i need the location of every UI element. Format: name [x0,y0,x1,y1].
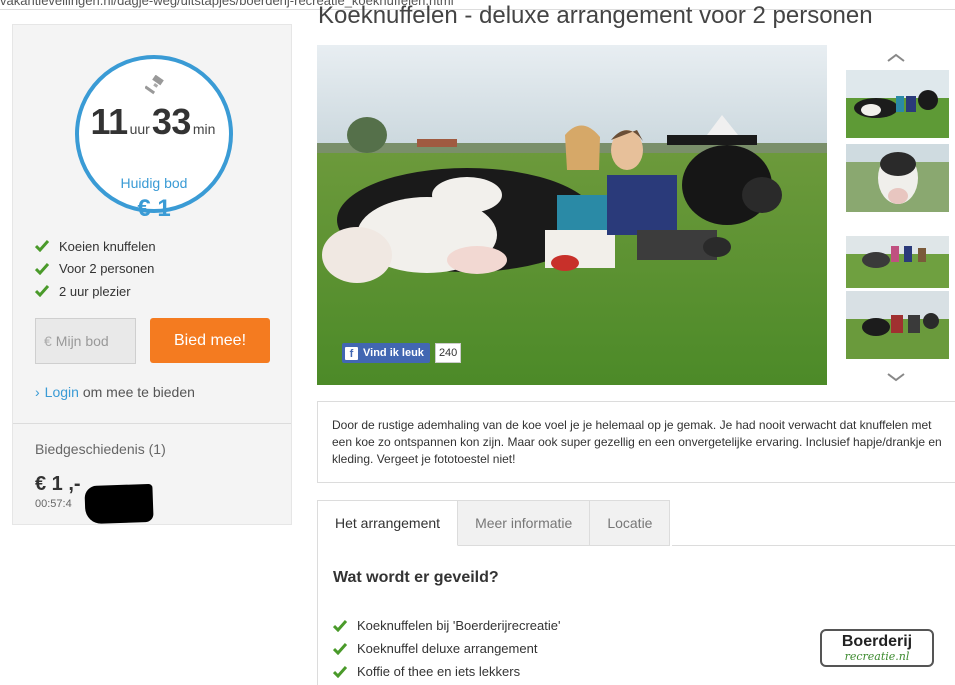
tab-locatie[interactable]: Locatie [590,500,671,546]
chevron-up-icon[interactable] [886,52,906,64]
feature-item: Voor 2 personen [35,258,156,281]
thumbnail-2[interactable] [846,144,949,212]
feature-list: Koeien knuffelen Voor 2 personen 2 uur p… [35,235,156,303]
arrangement-list: Koeknuffelen bij 'Boerderijrecreatie' Ko… [333,614,560,683]
place-bid-button[interactable]: Bied mee! [150,318,270,363]
feature-label: Voor 2 personen [59,261,155,277]
main-product-photo[interactable]: f Vind ik leuk 240 [317,45,827,385]
facebook-like-widget: f Vind ik leuk 240 [342,343,462,363]
login-prompt: › Login om mee te bieden [35,384,195,400]
login-link[interactable]: Login [45,384,79,400]
thumbnail-image [846,224,949,292]
thumbnail-image [846,70,949,138]
feature-label: Koeien knuffelen [59,238,156,254]
arrangement-item-label: Koffie of thee en iets lekkers [357,664,521,679]
checkmark-icon [333,642,347,655]
checkmark-icon [333,619,347,632]
bid-history-title: Biedgeschiedenis (1) [35,441,166,457]
arrangement-heading: Wat wordt er geveild? [333,569,499,586]
page-title: Koeknuffelen - deluxe arrangement voor 2… [318,2,873,29]
chevron-down-icon[interactable] [886,371,906,383]
logo-line-1: Boerderij [841,633,913,650]
bid-history-time: 00:57:4 [35,498,72,510]
logo-line-2: recreatie.nl [844,650,910,663]
facebook-icon: f [345,346,358,360]
photo-cow-couple [317,45,827,385]
tab-het-arrangement[interactable]: Het arrangement [317,500,459,546]
chevron-right-icon: › [35,384,40,400]
product-description: Door de rustige ademhaling van de koe vo… [317,401,955,483]
countdown-circle: 11 uur33 min Huidig bod € 1 [75,55,233,222]
checkmark-icon [35,240,49,253]
countdown-timer: 11 uur33 min [79,101,229,143]
sidebar-divider [13,423,291,424]
facebook-like-button[interactable]: f Vind ik leuk [342,343,430,363]
checkmark-icon [333,665,347,678]
auction-sidebar: 11 uur33 min Huidig bod € 1 Koeien knuffel… [12,24,292,525]
boerderijrecreatie-logo: Boerderij recreatie.nl [820,629,934,667]
arrangement-item-label: Koeknuffelen bij 'Boerderijrecreatie' [357,618,561,633]
arrangement-item: Koeknuffelen bij 'Boerderijrecreatie' [333,614,560,637]
bid-history-amount: € 1 ,- [35,473,81,495]
current-bid-label: Huidig bod [120,175,188,191]
timer-hours: 11 [90,101,129,142]
timer-minutes: 33 [151,101,192,142]
info-tabs: Het arrangement Meer informatie Locatie [317,500,671,546]
feature-item: 2 uur plezier [35,280,156,303]
checkmark-icon [35,262,49,275]
bid-input-placeholder: Mijn bod [55,333,109,349]
arrangement-item-label: Koeknuffel deluxe arrangement [357,641,538,656]
checkmark-icon [35,285,49,298]
thumbnail-3[interactable] [846,224,949,292]
facebook-like-count: 240 [434,343,462,363]
arrangement-item: Koffie of thee en iets lekkers [333,660,560,683]
feature-label: 2 uur plezier [59,283,131,299]
bid-amount-input[interactable]: € Mijn bod [35,318,136,364]
euro-icon: € [44,333,52,349]
facebook-like-label: Vind ik leuk [363,347,424,359]
timer-hours-unit: uur [129,121,150,137]
login-suffix: om mee te bieden [82,384,195,400]
thumbnail-image [846,291,949,359]
redaction-mark [84,483,154,525]
thumbnail-image [846,144,949,212]
feature-item: Koeien knuffelen [35,235,156,258]
gavel-icon [145,75,164,95]
thumbnail-1[interactable] [846,70,949,138]
arrangement-item: Koeknuffel deluxe arrangement [333,637,560,660]
tab-meer-informatie[interactable]: Meer informatie [458,500,591,546]
current-bid-value: € 1 [137,195,171,222]
thumbnail-4[interactable] [846,291,949,359]
timer-minutes-unit: min [192,121,216,137]
